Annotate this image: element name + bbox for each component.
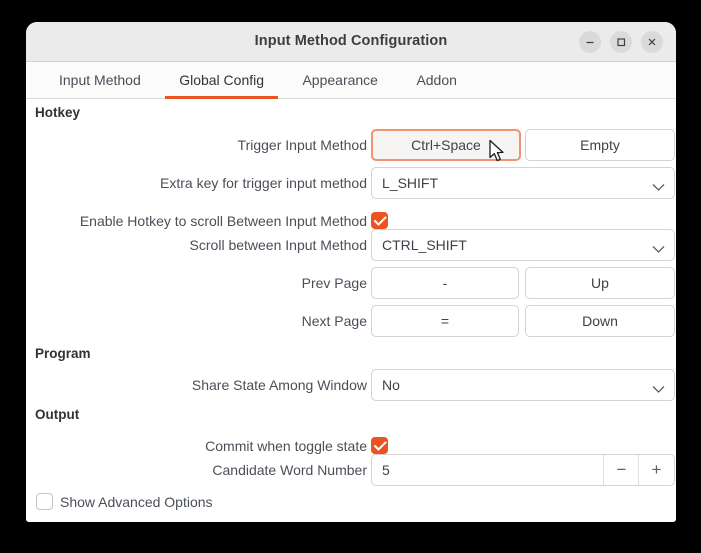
extra-key-combobox[interactable]: L_SHIFT	[371, 167, 675, 199]
tab-addon[interactable]: Addon	[399, 62, 473, 99]
chevron-down-icon	[652, 381, 665, 399]
prev-page-secondary-button[interactable]: Up	[525, 267, 675, 299]
section-header-program: Program	[35, 346, 91, 361]
minimize-button[interactable]	[579, 31, 601, 53]
share-state-value: No	[382, 377, 400, 393]
scroll-between-combobox[interactable]: CTRL_SHIFT	[371, 229, 675, 261]
check-icon	[374, 441, 387, 451]
share-state-combobox[interactable]: No	[371, 369, 675, 401]
settings-panel: Hotkey Trigger Input Method Ctrl+Space E…	[26, 99, 676, 521]
tab-bar: Input Method Global Config Appearance Ad…	[26, 62, 676, 99]
row-show-advanced-options: Show Advanced Options	[26, 486, 676, 518]
maximize-button[interactable]	[610, 31, 632, 53]
chevron-down-icon	[652, 241, 665, 259]
trigger-input-method-primary-button[interactable]: Ctrl+Space	[371, 129, 521, 161]
row-extra-key: Extra key for trigger input method L_SHI…	[26, 167, 676, 199]
maximize-icon	[617, 38, 626, 47]
chevron-down-icon	[652, 179, 665, 197]
close-icon	[648, 38, 656, 46]
title-bar: Input Method Configuration	[26, 22, 676, 62]
candidate-word-number-decrement-button[interactable]: −	[603, 455, 639, 485]
close-button[interactable]	[641, 31, 663, 53]
section-header-output: Output	[35, 407, 80, 422]
minimize-icon	[586, 41, 594, 44]
prev-page-primary-button[interactable]: -	[371, 267, 519, 299]
row-prev-page: Prev Page - Up	[26, 267, 676, 299]
trigger-input-method-secondary-button[interactable]: Empty	[525, 129, 675, 161]
tab-input-method[interactable]: Input Method	[42, 62, 158, 99]
next-page-primary-button[interactable]: =	[371, 305, 519, 337]
tab-global-config[interactable]: Global Config	[162, 62, 281, 99]
commit-toggle-checkbox[interactable]	[371, 437, 388, 454]
candidate-word-number-value: 5	[382, 462, 390, 478]
show-advanced-options-label: Show Advanced Options	[60, 494, 213, 510]
row-next-page: Next Page = Down	[26, 305, 676, 337]
plus-icon: +	[651, 460, 662, 479]
show-advanced-options-checkbox[interactable]	[36, 493, 53, 510]
row-trigger-input-method: Trigger Input Method Ctrl+Space Empty	[26, 129, 676, 161]
extra-key-value: L_SHIFT	[382, 175, 439, 191]
section-header-hotkey: Hotkey	[35, 105, 81, 120]
minus-icon: −	[616, 460, 627, 479]
scroll-between-value: CTRL_SHIFT	[382, 237, 467, 253]
enable-hotkey-scroll-checkbox[interactable]	[371, 212, 388, 229]
tab-appearance[interactable]: Appearance	[285, 62, 395, 99]
candidate-word-number-spinbox[interactable]: 5 − +	[371, 454, 675, 486]
next-page-secondary-button[interactable]: Down	[525, 305, 675, 337]
candidate-word-number-increment-button[interactable]: +	[638, 455, 674, 485]
row-candidate-word-number: Candidate Word Number 5 − +	[26, 454, 676, 486]
application-window: Input Method Configuration Input Method …	[26, 22, 676, 522]
row-scroll-between: Scroll between Input Method CTRL_SHIFT	[26, 229, 676, 261]
check-icon	[374, 216, 387, 226]
row-share-state: Share State Among Window No	[26, 369, 676, 401]
